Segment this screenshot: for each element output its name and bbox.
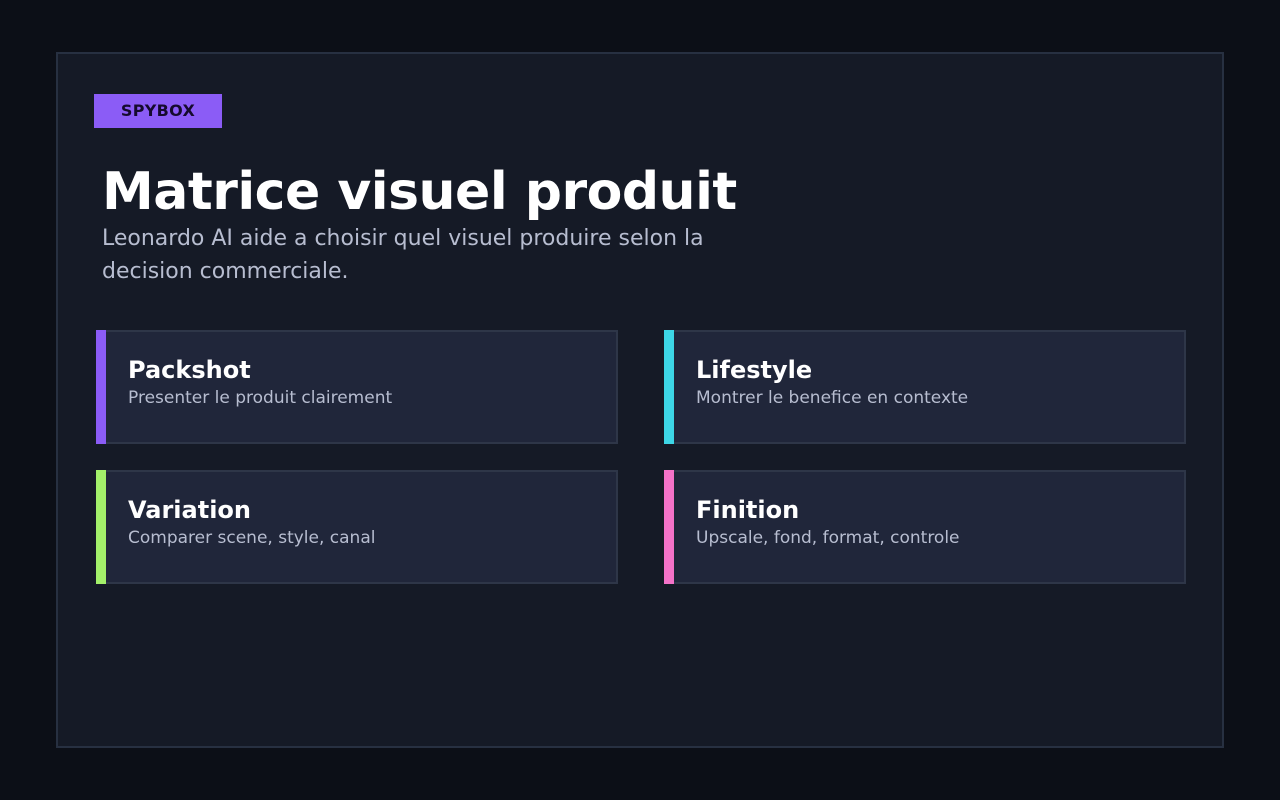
card-accent-bar xyxy=(664,330,674,444)
card-description: Presenter le produit clairement xyxy=(128,388,393,408)
card-title: Packshot xyxy=(128,356,251,384)
card-accent-bar xyxy=(664,470,674,584)
card-title: Variation xyxy=(128,496,251,524)
card-packshot: Packshot Presenter le produit clairement xyxy=(96,330,618,444)
card-accent-bar xyxy=(96,470,106,584)
card-accent-bar xyxy=(96,330,106,444)
page-title: Matrice visuel produit xyxy=(102,162,737,222)
brand-badge: SPYBOX xyxy=(94,94,222,128)
card-description: Upscale, fond, format, controle xyxy=(696,528,960,548)
page-subtitle: Leonardo AI aide a choisir quel visuel p… xyxy=(102,226,704,284)
card-lifestyle: Lifestyle Montrer le benefice en context… xyxy=(664,330,1186,444)
card-title: Finition xyxy=(696,496,800,524)
slide-panel: SPYBOX Matrice visuel produit Leonardo A… xyxy=(56,52,1224,748)
card-description: Comparer scene, style, canal xyxy=(128,528,376,548)
card-variation: Variation Comparer scene, style, canal xyxy=(96,470,618,584)
card-title: Lifestyle xyxy=(696,356,813,384)
card-finition: Finition Upscale, fond, format, controle xyxy=(664,470,1186,584)
card-description: Montrer le benefice en contexte xyxy=(696,388,969,408)
